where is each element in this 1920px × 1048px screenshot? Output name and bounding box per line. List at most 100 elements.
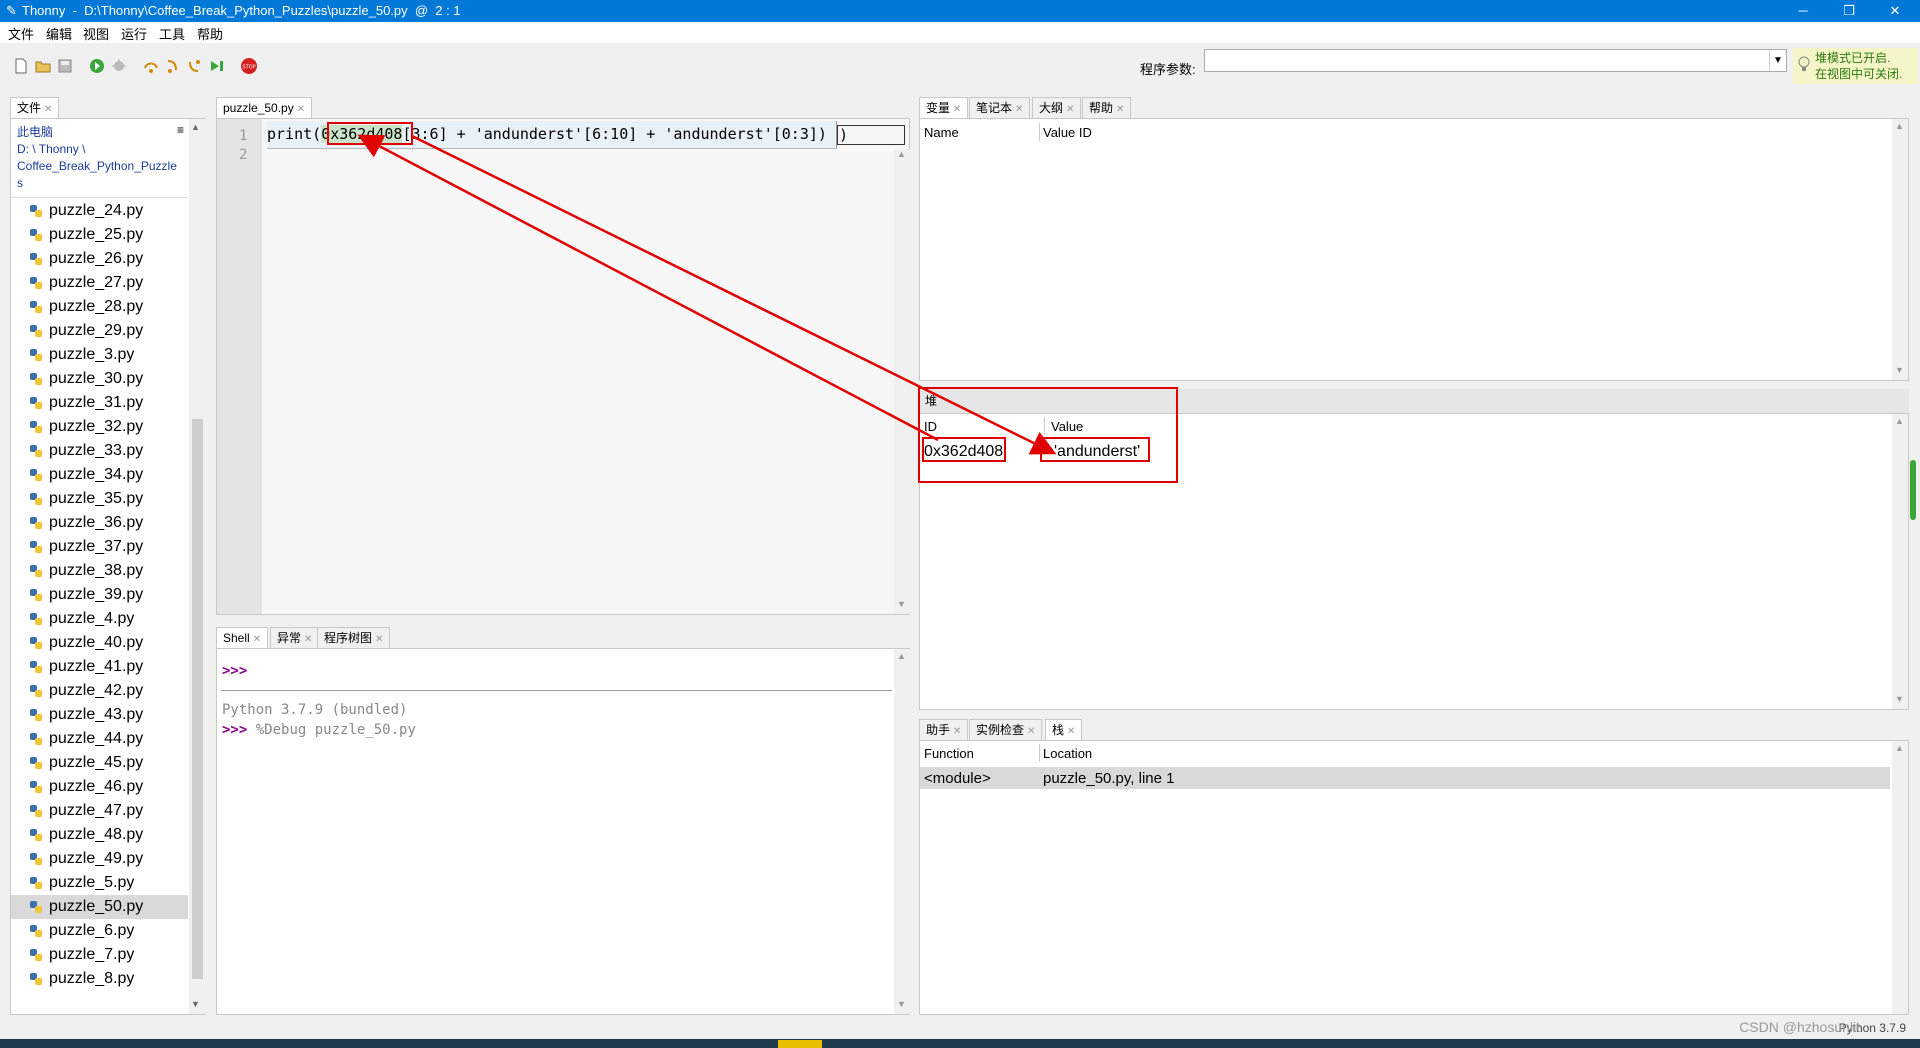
- menu-icon[interactable]: ≡: [177, 123, 184, 137]
- list-item[interactable]: puzzle_34.py: [11, 463, 188, 487]
- tab-exception[interactable]: 异常 ✕: [270, 627, 320, 648]
- list-item[interactable]: puzzle_43.py: [11, 703, 188, 727]
- stop-icon[interactable]: STOP: [240, 57, 258, 75]
- tab-outline[interactable]: 大纲 ✕: [1032, 97, 1082, 118]
- list-item[interactable]: puzzle_36.py: [11, 511, 188, 535]
- maximize-button[interactable]: ❐: [1826, 0, 1872, 22]
- menu-file[interactable]: 文件: [8, 24, 34, 43]
- menu-tools[interactable]: 工具: [159, 24, 185, 43]
- tab-object-inspector[interactable]: 实例检查 ✕: [969, 719, 1043, 740]
- chevron-up-icon[interactable]: ▲: [897, 651, 906, 661]
- close-icon[interactable]: ✕: [375, 634, 383, 645]
- scrollbar-thumb[interactable]: [192, 419, 203, 979]
- stack-scrollbar[interactable]: ▲: [1892, 741, 1908, 1014]
- close-icon[interactable]: ✕: [304, 634, 312, 645]
- step-into-icon[interactable]: [164, 57, 182, 75]
- shell-scrollbar[interactable]: ▲ ▼: [894, 649, 910, 1014]
- close-button[interactable]: ✕: [1872, 0, 1918, 22]
- open-file-icon[interactable]: [34, 57, 52, 75]
- run-icon[interactable]: [88, 57, 106, 75]
- list-item[interactable]: puzzle_31.py: [11, 391, 188, 415]
- editor-body[interactable]: 1 2 print(0x362d408[3:6] + 'andunderst'[…: [216, 118, 910, 615]
- shell-body[interactable]: >>> Python 3.7.9 (bundled) >>> %Debug pu…: [216, 648, 910, 1015]
- list-item[interactable]: puzzle_30.py: [11, 367, 188, 391]
- list-item[interactable]: puzzle_6.py: [11, 919, 188, 943]
- code-line-1[interactable]: print(0x362d408[3:6] + 'andunderst'[6:10…: [267, 125, 827, 143]
- step-over-icon[interactable]: [142, 57, 160, 75]
- close-icon[interactable]: ✕: [1015, 104, 1023, 115]
- menu-help[interactable]: 帮助: [197, 24, 223, 43]
- table-row[interactable]: <module> puzzle_50.py, line 1: [920, 767, 1890, 789]
- close-icon[interactable]: ✕: [253, 634, 261, 645]
- chevron-up-icon[interactable]: ▲: [1895, 121, 1904, 131]
- chevron-up-icon[interactable]: ▲: [897, 149, 906, 159]
- tab-stack[interactable]: 栈 ✕: [1045, 719, 1083, 740]
- list-item[interactable]: puzzle_47.py: [11, 799, 188, 823]
- column-header-value-id[interactable]: Value ID: [1043, 125, 1092, 140]
- chevron-down-icon[interactable]: ▼: [1769, 50, 1786, 71]
- menu-view[interactable]: 视图: [83, 24, 109, 43]
- list-item[interactable]: puzzle_48.py: [11, 823, 188, 847]
- minimize-button[interactable]: ─: [1780, 0, 1826, 22]
- list-item[interactable]: puzzle_42.py: [11, 679, 188, 703]
- menu-edit[interactable]: 编辑: [46, 24, 72, 43]
- list-item[interactable]: puzzle_37.py: [11, 535, 188, 559]
- debug-icon[interactable]: [110, 57, 128, 75]
- column-header-location[interactable]: Location: [1043, 746, 1092, 761]
- close-icon[interactable]: ✕: [44, 104, 52, 115]
- list-item[interactable]: puzzle_28.py: [11, 295, 188, 319]
- path-folder[interactable]: D: \ Thonny \: [17, 141, 177, 158]
- program-args-input[interactable]: ▼: [1204, 49, 1787, 72]
- list-item[interactable]: puzzle_44.py: [11, 727, 188, 751]
- chevron-down-icon[interactable]: ▼: [897, 999, 906, 1009]
- list-item[interactable]: puzzle_46.py: [11, 775, 188, 799]
- list-item[interactable]: puzzle_50.py: [11, 895, 188, 919]
- tab-files[interactable]: 文件 ✕: [10, 97, 60, 118]
- chevron-up-icon[interactable]: ▲: [191, 122, 200, 132]
- tab-program-tree[interactable]: 程序树图 ✕: [317, 627, 391, 648]
- list-item[interactable]: puzzle_27.py: [11, 271, 188, 295]
- list-item[interactable]: puzzle_3.py: [11, 343, 188, 367]
- column-header-value[interactable]: Value: [1051, 419, 1083, 434]
- list-item[interactable]: puzzle_24.py: [11, 199, 188, 223]
- close-icon[interactable]: ✕: [953, 104, 961, 115]
- chevron-up-icon[interactable]: ▲: [1895, 416, 1904, 426]
- column-header-name[interactable]: Name: [924, 125, 959, 140]
- list-item[interactable]: puzzle_26.py: [11, 247, 188, 271]
- chevron-down-icon[interactable]: ▼: [1895, 694, 1904, 704]
- path-breadcrumb[interactable]: 此电脑 D: \ Thonny \ Coffee_Break_Python_Pu…: [17, 124, 177, 192]
- list-item[interactable]: puzzle_29.py: [11, 319, 188, 343]
- taskbar-item[interactable]: [778, 1040, 822, 1048]
- list-item[interactable]: puzzle_25.py: [11, 223, 188, 247]
- list-item[interactable]: puzzle_8.py: [11, 967, 188, 991]
- list-item[interactable]: puzzle_41.py: [11, 655, 188, 679]
- tab-variables[interactable]: 变量 ✕: [919, 97, 969, 118]
- menu-run[interactable]: 运行: [121, 24, 147, 43]
- step-out-icon[interactable]: [186, 57, 204, 75]
- path-folder-name[interactable]: Coffee_Break_Python_Puzzle: [17, 158, 177, 175]
- path-folder-name-end[interactable]: s: [17, 175, 177, 192]
- close-icon[interactable]: ✕: [1066, 104, 1074, 115]
- tab-shell[interactable]: Shell ✕: [216, 627, 269, 648]
- close-icon[interactable]: ✕: [1116, 104, 1124, 115]
- close-icon[interactable]: ✕: [1027, 726, 1035, 737]
- list-item[interactable]: puzzle_5.py: [11, 871, 188, 895]
- list-item[interactable]: puzzle_39.py: [11, 583, 188, 607]
- list-item[interactable]: puzzle_45.py: [11, 751, 188, 775]
- tab-assistant[interactable]: 助手 ✕: [919, 719, 969, 740]
- list-item[interactable]: puzzle_4.py: [11, 607, 188, 631]
- column-header-id[interactable]: ID: [924, 419, 937, 434]
- save-icon[interactable]: [56, 57, 74, 75]
- resume-icon[interactable]: [208, 57, 226, 75]
- new-file-icon[interactable]: [12, 57, 30, 75]
- editor-scrollbar[interactable]: ▲ ▼: [894, 149, 910, 614]
- chevron-up-icon[interactable]: ▲: [1895, 743, 1904, 753]
- close-icon[interactable]: ✕: [1067, 726, 1075, 737]
- tab-editor-file[interactable]: puzzle_50.py ✕: [216, 97, 313, 118]
- list-item[interactable]: puzzle_40.py: [11, 631, 188, 655]
- close-icon[interactable]: ✕: [953, 726, 961, 737]
- list-item[interactable]: puzzle_32.py: [11, 415, 188, 439]
- chevron-down-icon[interactable]: ▼: [191, 999, 200, 1009]
- chevron-down-icon[interactable]: ▼: [897, 599, 906, 609]
- files-scrollbar[interactable]: ▲ ▼: [189, 119, 206, 1014]
